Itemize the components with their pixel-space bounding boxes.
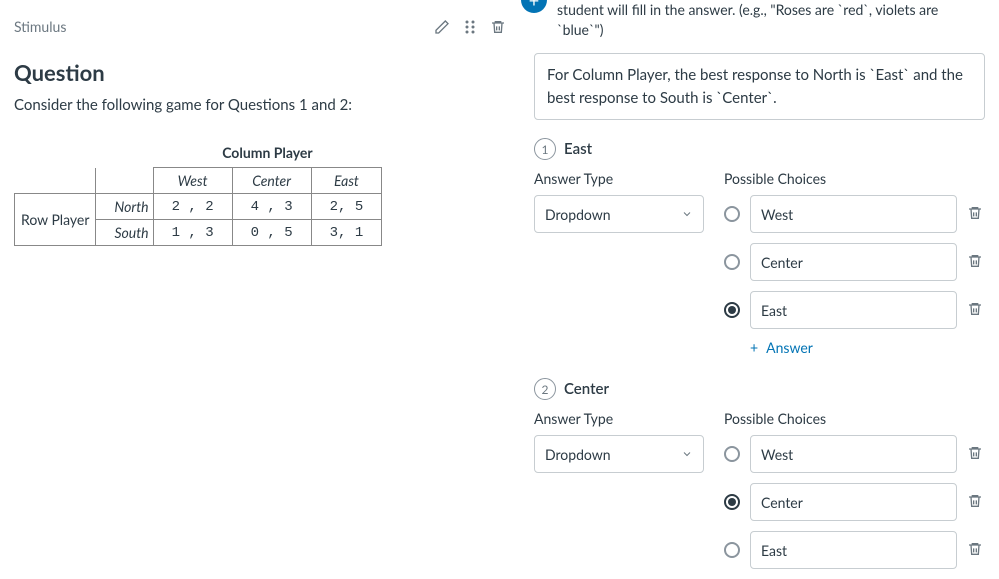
- blank-number-badge: 1: [534, 138, 556, 160]
- blank-name: Center: [564, 380, 609, 398]
- choice-radio[interactable]: [724, 446, 740, 462]
- trash-icon[interactable]: [967, 493, 985, 511]
- choice-input[interactable]: West: [750, 435, 957, 473]
- trash-icon[interactable]: [967, 205, 985, 223]
- trash-icon[interactable]: [967, 301, 985, 319]
- choice-radio[interactable]: [724, 206, 740, 222]
- payoff-cell: 3, 1: [311, 220, 382, 246]
- answer-block: 2 Center Answer Type Dropdown Possible C…: [534, 378, 985, 579]
- question-stem[interactable]: For Column Player, the best response to …: [534, 53, 985, 120]
- answer-block: 1 East Answer Type Dropdown Possible Cho…: [534, 138, 985, 356]
- add-blank-button[interactable]: +: [521, 0, 547, 13]
- question-prompt: Consider the following game for Question…: [14, 96, 510, 114]
- choice-radio[interactable]: [724, 494, 740, 510]
- delete-icon[interactable]: [490, 19, 506, 35]
- trash-icon[interactable]: [967, 541, 985, 559]
- blank-number-badge: 2: [534, 378, 556, 400]
- choice-row: East: [724, 291, 985, 329]
- choice-row: Center: [724, 483, 985, 521]
- possible-choices-label: Possible Choices: [724, 170, 985, 187]
- answer-type-dropdown[interactable]: Dropdown: [534, 195, 704, 233]
- choice-input[interactable]: Center: [750, 483, 957, 521]
- row-header: North: [96, 194, 153, 220]
- dropdown-value: Dropdown: [545, 446, 611, 463]
- choice-input[interactable]: East: [750, 291, 957, 329]
- choice-row: East: [724, 531, 985, 569]
- payoff-matrix: Column Player West Center East Row Playe…: [14, 138, 382, 246]
- col-header: East: [311, 168, 382, 194]
- possible-choices-label: Possible Choices: [724, 410, 985, 427]
- hint-text: student will fill in the answer. (e.g., …: [557, 0, 985, 39]
- choice-row: Center: [724, 243, 985, 281]
- payoff-cell: 2, 5: [311, 194, 382, 220]
- row-player-label: Row Player: [15, 194, 96, 246]
- choice-radio[interactable]: [724, 302, 740, 318]
- trash-icon[interactable]: [967, 253, 985, 271]
- answer-type-label: Answer Type: [534, 410, 704, 427]
- payoff-cell: 0 , 5: [232, 220, 311, 246]
- payoff-cell: 4 , 3: [232, 194, 311, 220]
- add-answer-button[interactable]: + Answer: [750, 339, 985, 356]
- choice-input[interactable]: Center: [750, 243, 957, 281]
- choice-input[interactable]: West: [750, 195, 957, 233]
- choice-radio[interactable]: [724, 254, 740, 270]
- question-heading: Question: [14, 59, 510, 86]
- answer-type-label: Answer Type: [534, 170, 704, 187]
- edit-icon[interactable]: [434, 19, 450, 35]
- dropdown-value: Dropdown: [545, 206, 611, 223]
- chevron-down-icon: [681, 206, 693, 223]
- choice-row: West: [724, 195, 985, 233]
- column-player-label: Column Player: [153, 138, 382, 168]
- choice-radio[interactable]: [724, 542, 740, 558]
- col-header: Center: [232, 168, 311, 194]
- chevron-down-icon: [681, 446, 693, 463]
- drag-handle-icon[interactable]: [464, 19, 476, 35]
- choice-row: West: [724, 435, 985, 473]
- trash-icon[interactable]: [967, 445, 985, 463]
- payoff-cell: 1 , 3: [153, 220, 232, 246]
- stimulus-label: Stimulus: [14, 18, 66, 35]
- row-header: South: [96, 220, 153, 246]
- answer-type-dropdown[interactable]: Dropdown: [534, 435, 704, 473]
- blank-name: East: [564, 140, 592, 158]
- choice-input[interactable]: East: [750, 531, 957, 569]
- col-header: West: [153, 168, 232, 194]
- plus-icon: +: [750, 339, 758, 356]
- payoff-cell: 2 , 2: [153, 194, 232, 220]
- add-answer-label: Answer: [766, 339, 813, 356]
